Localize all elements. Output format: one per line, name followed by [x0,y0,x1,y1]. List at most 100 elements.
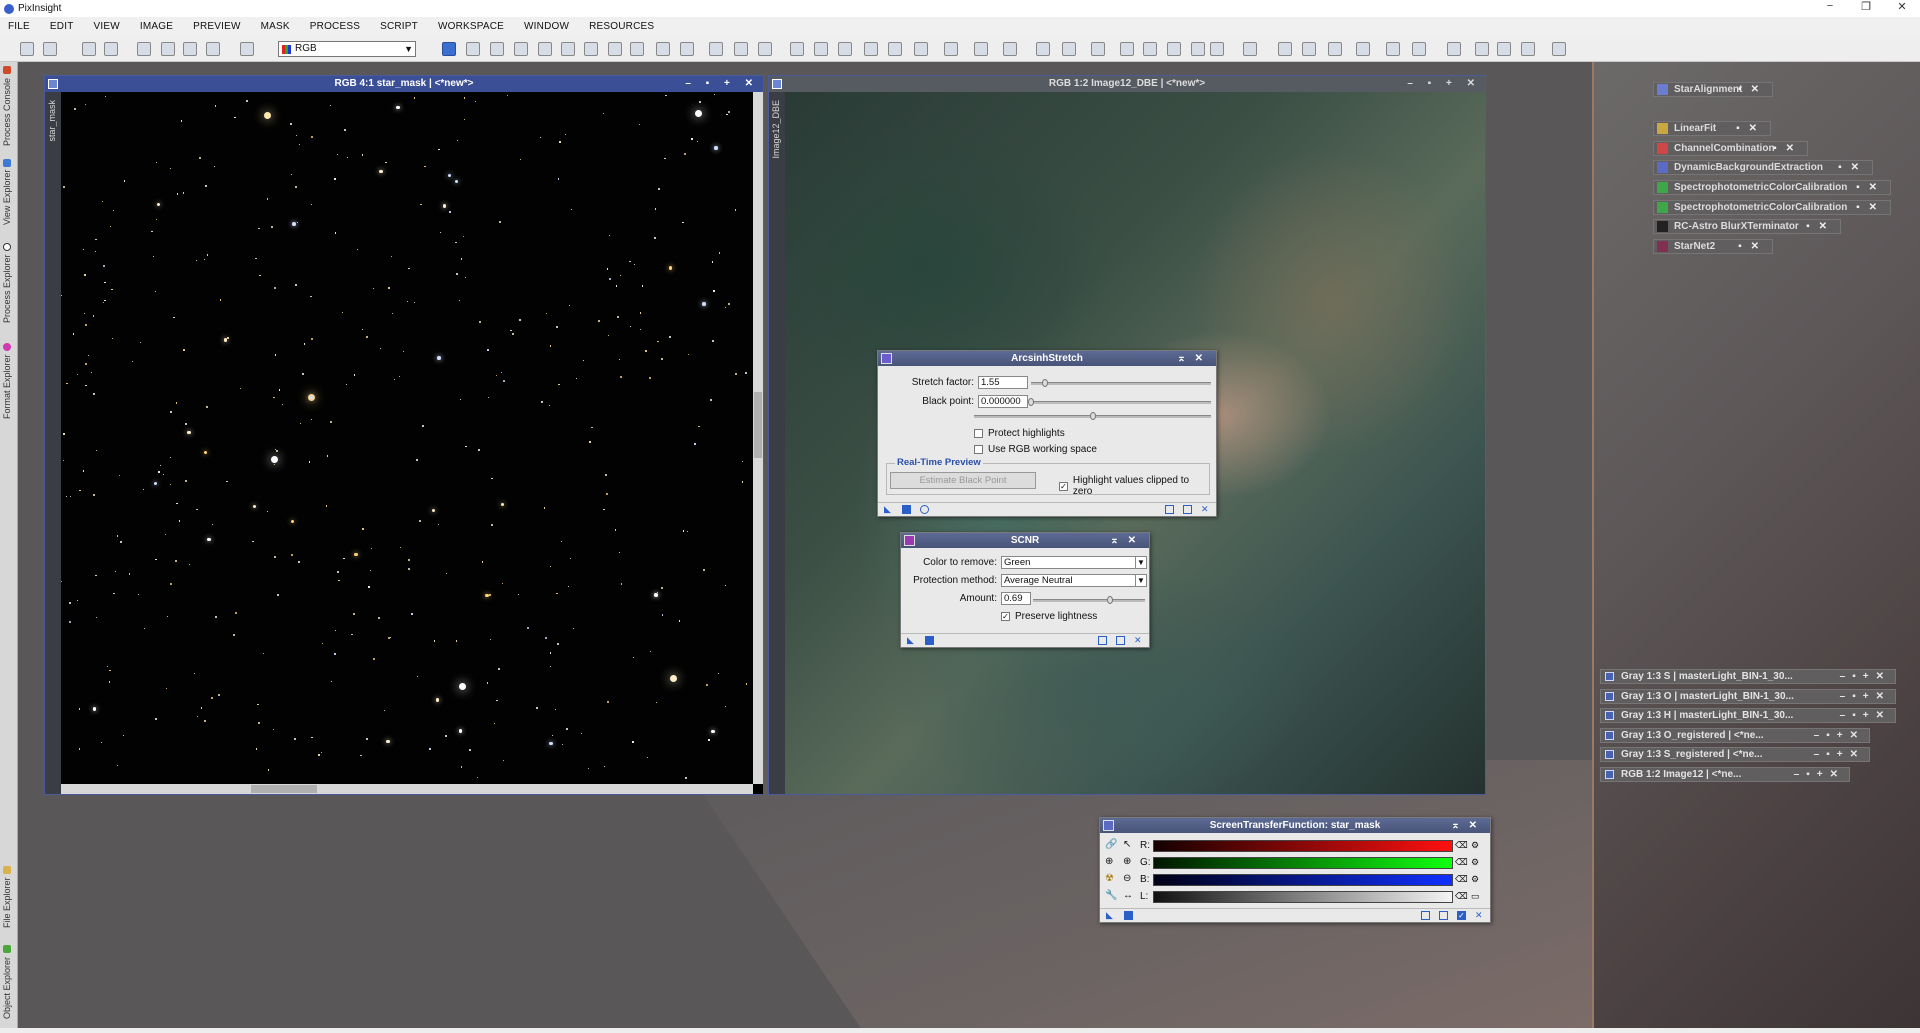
protection-method-select[interactable]: Average Neutral ▼ [1001,574,1147,587]
process-icon-controls[interactable]: ▪✕ [1736,123,1766,134]
image-window-star-mask[interactable]: RGB 4:1 star_mask | <*new*> – ▪ + ✕ star… [44,75,764,795]
track-view-icon[interactable] [1116,636,1125,645]
image-window-controls[interactable]: – ▪ + ✕ [685,76,759,92]
toolbar-button[interactable] [1552,42,1566,56]
display-icon[interactable]: ▭ [1471,891,1480,902]
toolbar-button[interactable] [538,42,552,56]
iconified-window-5[interactable]: RGB 1:2 Image12 | <*ne... –▪+✕ [1600,767,1850,782]
toolbar-button[interactable] [561,42,575,56]
dialog-controls[interactable]: ⌅✕ [1451,818,1486,833]
toolbar-button[interactable] [814,42,828,56]
pointer-icon[interactable]: ↖ [1123,839,1131,850]
slider-knob[interactable] [1042,379,1049,387]
toolbar-button[interactable] [137,42,151,56]
toolbar-button[interactable] [790,42,804,56]
process-icon-3[interactable]: DynamicBackgroundExtraction ▪✕ [1653,160,1873,175]
amount-input[interactable]: 0.69 [1001,592,1031,605]
menu-image[interactable]: IMAGE [140,21,173,32]
toolbar-button[interactable] [1302,42,1316,56]
zoom-in-icon[interactable]: ⊕ [1123,856,1131,867]
toolbar-button[interactable] [1328,42,1342,56]
iconified-window-controls[interactable]: –▪+✕ [1840,691,1891,702]
reset-icon[interactable]: ✕ [1475,911,1484,920]
iconified-window-controls[interactable]: –▪+✕ [1814,749,1865,760]
browse-documentation-icon[interactable] [1165,505,1174,514]
process-icon-4[interactable]: SpectrophotometricColorCalibration ▪✕ [1653,180,1891,195]
reset-channel-icon[interactable]: ⌫ [1455,840,1468,851]
vertical-scrollbar[interactable] [753,92,763,784]
menu-preview[interactable]: PREVIEW [193,21,241,32]
toolbar-button[interactable] [1278,42,1292,56]
toolbar-button[interactable] [1356,42,1370,56]
browse-documentation-icon[interactable] [1421,911,1430,920]
toolbar-button[interactable] [1447,42,1461,56]
iconified-window-2[interactable]: Gray 1:3 H | masterLight_BIN-1_30... –▪+✕ [1600,708,1896,724]
dialog-titlebar[interactable]: SCNR ⌅✕ [901,533,1149,548]
apply-global-icon[interactable] [902,505,911,514]
zoom-in-icon[interactable]: ⊕ [1105,856,1113,867]
highlight-clipped-checkbox[interactable]: ✓ [1059,481,1068,491]
toolbar-button[interactable] [442,42,456,56]
restore-button[interactable]: ❐ [1848,0,1884,13]
reset-channel-icon[interactable]: ⌫ [1455,891,1468,902]
toolbar-button[interactable] [1167,42,1181,56]
menu-process[interactable]: PROCESS [310,21,360,32]
toolbar-button[interactable] [1191,42,1205,56]
stf-luminance-histogram[interactable] [1153,891,1453,903]
menu-window[interactable]: WINDOW [524,21,569,32]
toolbar-button[interactable] [1036,42,1050,56]
toolbar-button[interactable] [206,42,220,56]
settings-icon[interactable]: ⚙ [1471,874,1479,885]
star-mask-image[interactable] [61,92,753,784]
menu-edit[interactable]: EDIT [50,21,74,32]
iconified-window-1[interactable]: Gray 1:3 O | masterLight_BIN-1_30... –▪+✕ [1600,688,1896,704]
toolbar-button[interactable] [914,42,928,56]
tab-file-explorer[interactable]: File Explorer [2,860,16,934]
new-instance-icon[interactable]: ◣ [884,505,893,514]
menu-script[interactable]: SCRIPT [380,21,418,32]
toolbar-button[interactable] [183,42,197,56]
iconified-window-0[interactable]: Gray 1:3 S | masterLight_BIN-1_30... –▪+✕ [1600,669,1896,684]
toolbar-button[interactable] [1091,42,1105,56]
scnr-dialog[interactable]: SCNR ⌅✕ Color to remove: Green ▼ Protecti… [900,532,1150,648]
tab-format-explorer[interactable]: Format Explorer [2,338,16,424]
scrollbar-thumb[interactable] [754,392,762,458]
menu-mask[interactable]: MASK [261,21,290,32]
horizontal-scrollbar[interactable] [61,784,753,794]
toolbar-button[interactable] [838,42,852,56]
arcsinh-stretch-dialog[interactable]: ArcsinhStretch ⌅✕ Stretch factor: 1.55 B… [877,350,1217,517]
track-view-icon[interactable] [1439,911,1448,920]
toolbar-button[interactable] [608,42,622,56]
reset-channel-icon[interactable]: ⌫ [1455,874,1468,885]
toolbar-button[interactable] [1210,42,1224,56]
process-icon-controls[interactable]: ▪✕ [1856,182,1886,193]
channel-selector[interactable]: RGB ▼ [278,41,416,57]
slider-knob[interactable] [1028,398,1034,406]
iconified-window-3[interactable]: Gray 1:3 O_registered | <*ne... –▪+✕ [1600,727,1870,743]
toolbar-button[interactable] [1120,42,1134,56]
iconified-window-controls[interactable]: –▪+✕ [1840,671,1891,682]
auto-stretch-icon[interactable]: ☢ [1105,873,1114,884]
toolbar-button[interactable] [656,42,670,56]
toolbar-button[interactable] [758,42,772,56]
process-icon-6[interactable]: RC-Astro BlurXTerminator ▪✕ [1653,219,1841,234]
process-icon-0[interactable]: StarAlignment ▪✕ [1653,82,1773,97]
toolbar-button[interactable] [514,42,528,56]
image-window-titlebar[interactable]: RGB 4:1 star_mask | <*new*> – ▪ + ✕ [45,76,763,92]
stf-dialog[interactable]: ScreenTransferFunction: star_mask ⌅✕ 🔗 ↖… [1099,817,1491,923]
pan-horizontal-icon[interactable]: ↔ [1123,890,1133,901]
checkmark-icon[interactable]: ✓ [1457,911,1466,920]
browse-documentation-icon[interactable] [1098,636,1107,645]
close-button[interactable]: ✕ [1884,0,1920,13]
reset-icon[interactable]: ✕ [1134,636,1143,645]
wrench-icon[interactable]: 🔧 [1105,890,1117,901]
menu-resources[interactable]: RESOURCES [589,21,654,32]
dialog-controls[interactable]: ⌅✕ [1110,533,1145,548]
toolbar-button[interactable] [944,42,958,56]
toolbar-button[interactable] [466,42,480,56]
toolbar-button[interactable] [1243,42,1257,56]
menu-workspace[interactable]: WORKSPACE [438,21,504,32]
process-icon-controls[interactable]: ▪✕ [1738,84,1768,95]
estimate-black-point-button[interactable]: Estimate Black Point [890,472,1036,489]
toolbar-button[interactable] [490,42,504,56]
